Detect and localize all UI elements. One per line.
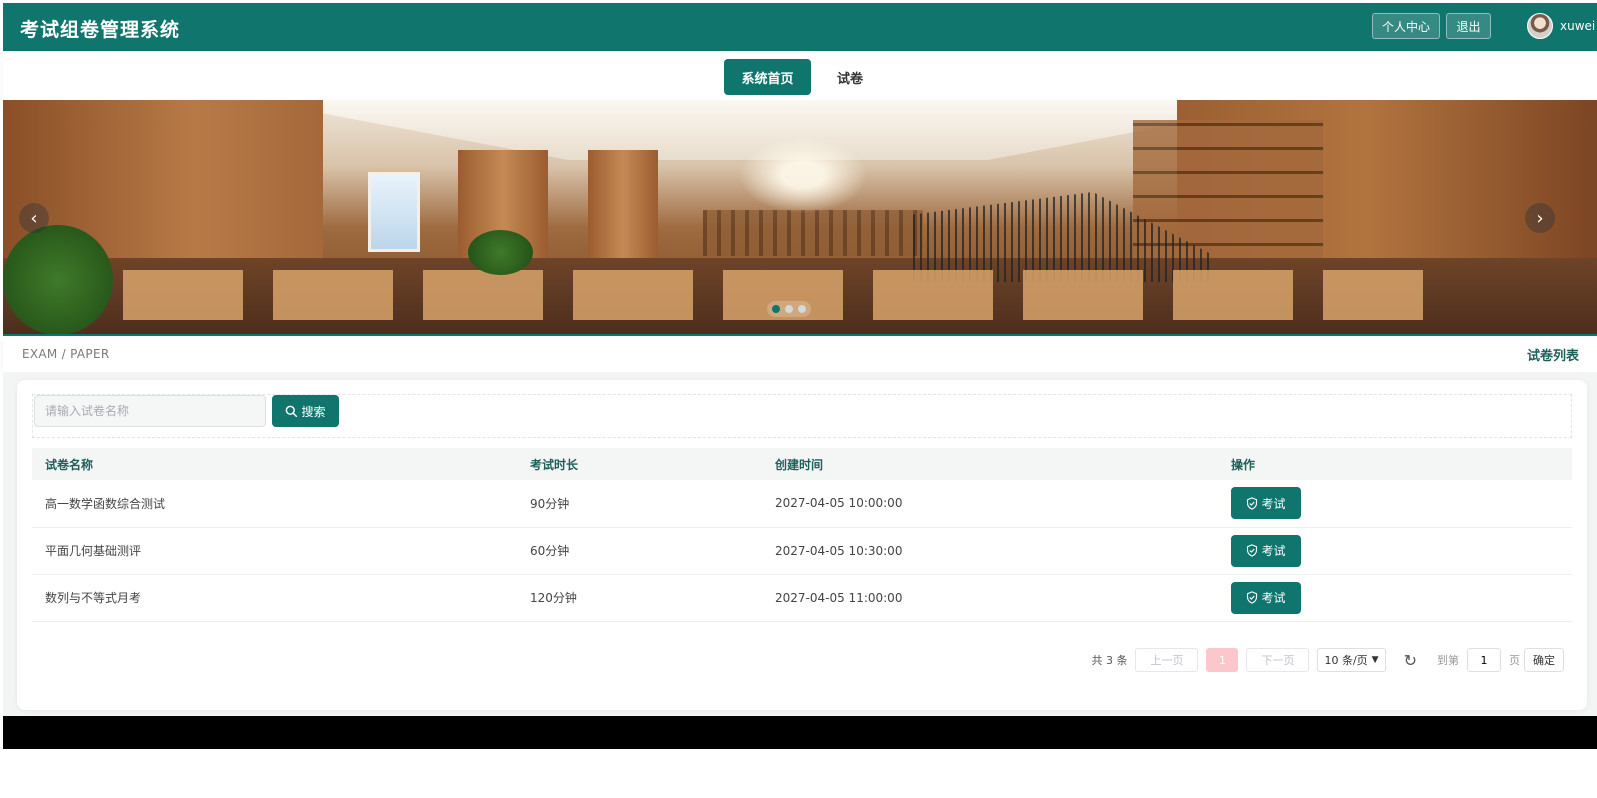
carousel-dot[interactable] xyxy=(785,305,793,313)
app-title: 考试组卷管理系统 xyxy=(20,19,181,41)
action-cell: 考试 xyxy=(1218,574,1572,622)
carousel-dot[interactable] xyxy=(798,305,806,313)
username-label: xuwei xyxy=(1560,19,1596,33)
refresh-icon[interactable]: ↻ xyxy=(1404,651,1417,670)
table-row: 高一数学函数综合测试 90分钟 2027-04-05 10:00:00 考试 xyxy=(32,480,1572,528)
banner-image-window xyxy=(368,172,420,252)
chevron-right-icon: › xyxy=(1536,207,1544,229)
table-header-row: 试卷名称 考试时长 创建时间 操作 xyxy=(32,448,1572,480)
table-row: 数列与不等式月考 120分钟 2027-04-05 11:00:00 考试 xyxy=(32,574,1572,622)
search-button-label: 搜索 xyxy=(301,404,326,419)
carousel-prev-button[interactable]: ‹ xyxy=(19,203,49,233)
goto-page-input[interactable] xyxy=(1467,648,1501,672)
chevron-down-icon: ▼ xyxy=(1371,655,1379,665)
shield-check-icon xyxy=(1247,544,1258,557)
search-input[interactable] xyxy=(34,395,266,427)
paper-created-time: 2027-04-05 11:00:00 xyxy=(762,574,1218,622)
top-header: 考试组卷管理系统 个人中心 退出 xuwei xyxy=(3,3,1597,51)
personal-center-button[interactable]: 个人中心 xyxy=(1372,13,1440,39)
page-title: 试卷列表 xyxy=(1526,349,1579,364)
start-exam-button[interactable]: 考试 xyxy=(1231,581,1301,614)
banner-image-plant xyxy=(468,230,533,275)
current-page-number[interactable]: 1 xyxy=(1206,648,1239,672)
paper-duration: 120分钟 xyxy=(517,574,762,622)
paper-created-time: 2027-04-05 10:00:00 xyxy=(762,480,1218,528)
start-exam-button[interactable]: 考试 xyxy=(1231,487,1301,520)
page-size-select[interactable]: 10 条/页 ▼ xyxy=(1317,648,1386,672)
paper-table: 试卷名称 考试时长 创建时间 操作 高一数学函数综合测试 90分钟 2027-0… xyxy=(32,448,1572,622)
goto-prefix: 到第 xyxy=(1437,654,1459,667)
avatar[interactable] xyxy=(1527,13,1553,39)
logout-button[interactable]: 退出 xyxy=(1446,13,1491,39)
carousel-next-button[interactable]: › xyxy=(1525,203,1555,233)
column-header-created: 创建时间 xyxy=(762,448,1218,480)
app-window: 考试组卷管理系统 个人中心 退出 xuwei 系统首页 试卷 ‹ › EXAM … xyxy=(3,3,1597,798)
prev-page-button[interactable]: 上一页 xyxy=(1135,648,1199,672)
goto-confirm-button[interactable]: 确定 xyxy=(1524,648,1564,672)
start-exam-label: 考试 xyxy=(1261,496,1286,511)
paper-name: 数列与不等式月考 xyxy=(32,574,517,622)
search-area: 搜索 xyxy=(32,394,1572,438)
goto-suffix: 页 xyxy=(1509,654,1520,667)
banner-image-plant xyxy=(3,225,113,334)
paper-name: 高一数学函数综合测试 xyxy=(32,480,517,528)
carousel-indicators xyxy=(767,301,811,317)
nav-item-papers[interactable]: 试卷 xyxy=(821,59,879,95)
carousel-dot[interactable] xyxy=(772,305,780,313)
shield-check-icon xyxy=(1247,497,1258,510)
paper-created-time: 2027-04-05 10:30:00 xyxy=(762,527,1218,575)
action-cell: 考试 xyxy=(1218,527,1572,575)
search-button[interactable]: 搜索 xyxy=(272,395,339,427)
paper-name: 平面几何基础测评 xyxy=(32,527,517,575)
column-header-duration: 考试时长 xyxy=(517,448,762,480)
shield-check-icon xyxy=(1247,591,1258,604)
paper-duration: 90分钟 xyxy=(517,480,762,528)
breadcrumb: EXAM / PAPER xyxy=(22,347,110,361)
search-icon xyxy=(286,405,298,417)
footer-bar xyxy=(3,716,1597,749)
start-exam-button[interactable]: 考试 xyxy=(1231,534,1301,567)
main-nav: 系统首页 试卷 xyxy=(3,51,1597,100)
start-exam-label: 考试 xyxy=(1261,544,1286,558)
next-page-button[interactable]: 下一页 xyxy=(1246,648,1310,672)
banner-image-chandelier xyxy=(728,130,878,220)
start-exam-label: 考试 xyxy=(1261,591,1286,605)
paper-list-card: 搜索 试卷名称 考试时长 创建时间 操作 高一数学函数综合测试 90分钟 202… xyxy=(17,380,1587,710)
pagination-total: 共 3 条 xyxy=(1091,654,1128,667)
action-cell: 考试 xyxy=(1218,480,1572,528)
table-row: 平面几何基础测评 60分钟 2027-04-05 10:30:00 考试 xyxy=(32,527,1572,575)
breadcrumb-bar: EXAM / PAPER 试卷列表 xyxy=(3,336,1597,372)
pagination: 共 3 条 上一页 1 下一页 10 条/页 ▼ ↻ 到第 页 确定 xyxy=(1083,647,1564,673)
paper-duration: 60分钟 xyxy=(517,527,762,575)
column-header-action: 操作 xyxy=(1218,448,1572,480)
page-size-value: 10 条/页 xyxy=(1324,654,1368,667)
chevron-left-icon: ‹ xyxy=(30,207,38,229)
nav-item-home[interactable]: 系统首页 xyxy=(724,59,811,95)
banner-carousel: ‹ › xyxy=(3,100,1597,336)
column-header-name: 试卷名称 xyxy=(32,448,517,480)
